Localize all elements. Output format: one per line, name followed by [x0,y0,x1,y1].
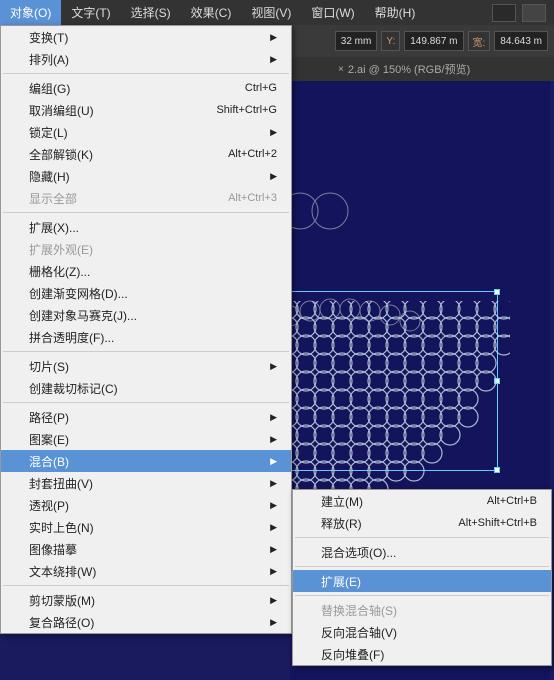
menu-object[interactable]: 对象(O) [0,0,61,26]
mi-crop-marks[interactable]: 创建裁切标记(C) [1,377,291,399]
object-menu: 变换(T)▶ 排列(A)▶ 编组(G)Ctrl+G 取消编组(U)Shift+C… [0,25,292,634]
menu-separator [3,212,289,213]
chevron-right-icon: ▶ [270,566,277,577]
chevron-right-icon: ▶ [270,32,277,43]
chevron-right-icon: ▶ [270,361,277,372]
chevron-right-icon: ▶ [270,595,277,606]
mi-rasterize[interactable]: 栅格化(Z)... [1,260,291,282]
w-label: 宽: [468,31,491,51]
mi-reverse-spine[interactable]: 反向混合轴(V) [293,621,551,643]
mi-blend-options[interactable]: 混合选项(O)... [293,541,551,563]
menu-separator [295,537,549,538]
mi-image-trace[interactable]: 图像描摹▶ [1,538,291,560]
chevron-right-icon: ▶ [270,456,277,467]
mi-replace-spine: 替换混合轴(S) [293,599,551,621]
chevron-right-icon: ▶ [270,412,277,423]
chevron-right-icon: ▶ [270,478,277,489]
mi-unlock-all[interactable]: 全部解锁(K)Alt+Ctrl+2 [1,143,291,165]
mi-slice[interactable]: 切片(S)▶ [1,355,291,377]
y-label: Y: [381,31,400,51]
y-value[interactable]: 149.867 m [404,31,463,51]
mi-transform[interactable]: 变换(T)▶ [1,26,291,48]
mi-perspective[interactable]: 透视(P)▶ [1,494,291,516]
menu-view[interactable]: 视图(V) [241,0,301,26]
menu-type[interactable]: 文字(T) [61,0,120,26]
menu-window[interactable]: 窗口(W) [301,0,364,26]
chevron-right-icon: ▶ [270,434,277,445]
w-value[interactable]: 84.643 m [494,31,548,51]
mi-expand-appearance: 扩展外观(E) [1,238,291,260]
chevron-right-icon: ▶ [270,54,277,65]
workspace-icon[interactable] [492,4,516,22]
mi-blend-expand[interactable]: 扩展(E) [293,570,551,592]
mi-flatten[interactable]: 拼合透明度(F)... [1,326,291,348]
chevron-right-icon: ▶ [270,127,277,138]
menu-separator [3,585,289,586]
mi-envelope[interactable]: 封套扭曲(V)▶ [1,472,291,494]
blend-submenu: 建立(M)Alt+Ctrl+B 释放(R)Alt+Shift+Ctrl+B 混合… [292,489,552,666]
mi-expand[interactable]: 扩展(X)... [1,216,291,238]
mi-gradient-mesh[interactable]: 创建渐变网格(D)... [1,282,291,304]
mi-show-all: 显示全部Alt+Ctrl+3 [1,187,291,209]
mi-mosaic[interactable]: 创建对象马赛克(J)... [1,304,291,326]
document-tab[interactable]: × 2.ai @ 150% (RGB/预览) [330,57,478,81]
tab-label: 2.ai @ 150% (RGB/预览) [348,61,470,77]
mi-blend[interactable]: 混合(B)▶ [1,450,291,472]
mi-live-paint[interactable]: 实时上色(N)▶ [1,516,291,538]
mi-hide[interactable]: 隐藏(H)▶ [1,165,291,187]
menu-separator [3,351,289,352]
mi-compound-path[interactable]: 复合路径(O)▶ [1,611,291,633]
menu-select[interactable]: 选择(S) [121,0,181,26]
mi-text-wrap[interactable]: 文本绕排(W)▶ [1,560,291,582]
chevron-right-icon: ▶ [270,171,277,182]
mi-clipping-mask[interactable]: 剪切蒙版(M)▶ [1,589,291,611]
menu-separator [3,73,289,74]
mi-ungroup[interactable]: 取消编组(U)Shift+Ctrl+G [1,99,291,121]
menu-help[interactable]: 帮助(H) [365,0,426,26]
close-icon[interactable]: × [338,64,344,75]
mi-pattern[interactable]: 图案(E)▶ [1,428,291,450]
menu-separator [295,566,549,567]
mi-lock[interactable]: 锁定(L)▶ [1,121,291,143]
chevron-right-icon: ▶ [270,500,277,511]
chevron-right-icon: ▶ [270,544,277,555]
mi-blend-release[interactable]: 释放(R)Alt+Shift+Ctrl+B [293,512,551,534]
mi-path[interactable]: 路径(P)▶ [1,406,291,428]
mi-reverse-stack[interactable]: 反向堆叠(F) [293,643,551,665]
menubar: 对象(O) 文字(T) 选择(S) 效果(C) 视图(V) 窗口(W) 帮助(H… [0,0,554,25]
menu-separator [3,402,289,403]
mi-blend-make[interactable]: 建立(M)Alt+Ctrl+B [293,490,551,512]
menu-separator [295,595,549,596]
x-value[interactable]: 32 mm [335,31,378,51]
mi-group[interactable]: 编组(G)Ctrl+G [1,77,291,99]
menubar-icons [492,4,554,22]
layout-icon[interactable] [522,4,546,22]
menu-effect[interactable]: 效果(C) [181,0,242,26]
chevron-right-icon: ▶ [270,522,277,533]
mi-arrange[interactable]: 排列(A)▶ [1,48,291,70]
chevron-right-icon: ▶ [270,617,277,628]
